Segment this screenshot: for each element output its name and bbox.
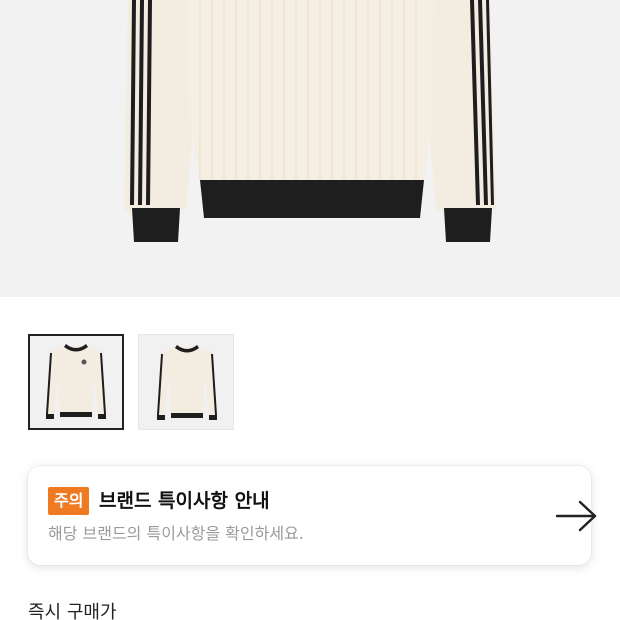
- notice-description: 해당 브랜드의 특이사항을 확인하세요.: [48, 524, 304, 543]
- arrow-right-icon[interactable]: [554, 498, 600, 534]
- warning-badge: 주의: [48, 487, 90, 515]
- thumbnail-list: [28, 334, 234, 430]
- instant-buy-price-label: 즉시 구매가: [28, 602, 117, 620]
- sweatshirt-thumbnail: [46, 344, 106, 419]
- thumbnail-2[interactable]: [138, 334, 234, 430]
- thumbnail-1[interactable]: [28, 334, 124, 430]
- product-image[interactable]: [0, 0, 620, 297]
- brand-notice-card[interactable]: 주의 브랜드 특이사항 안내 해당 브랜드의 특이사항을 확인하세요.: [28, 466, 597, 565]
- sweatshirt-thumbnail: [157, 345, 217, 420]
- sweatshirt-image: [124, 0, 496, 242]
- notice-title: 브랜드 특이사항 안내: [99, 490, 270, 512]
